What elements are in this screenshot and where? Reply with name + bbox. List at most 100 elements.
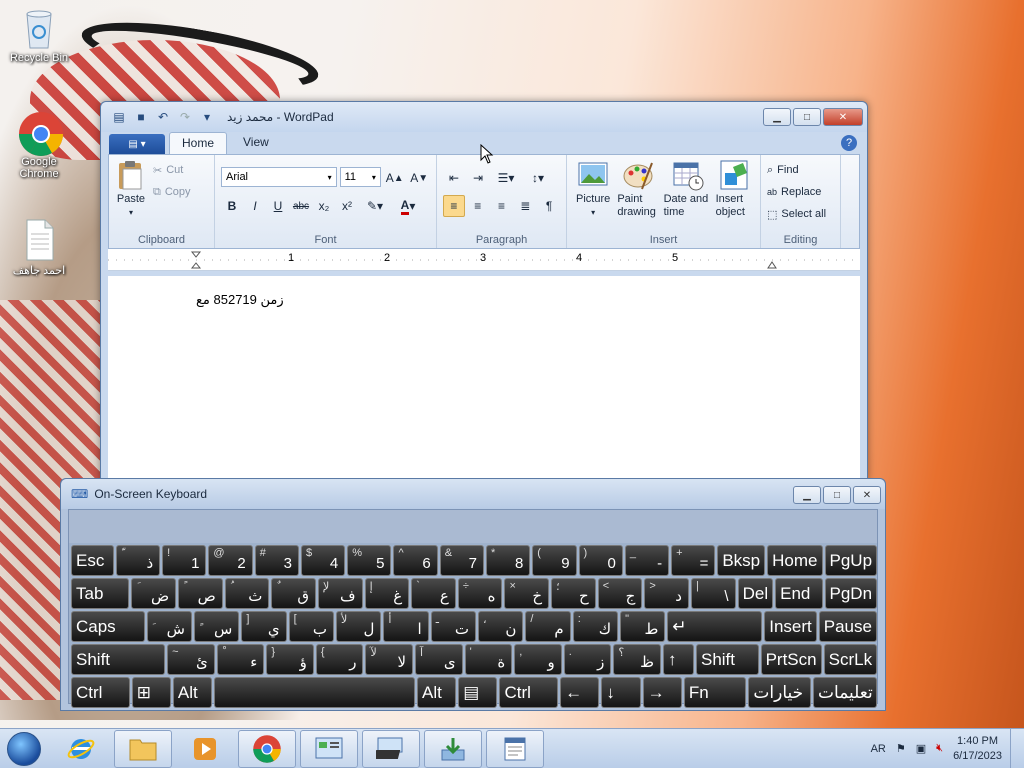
align-right-button[interactable]: ≡ — [491, 195, 513, 217]
osk-key[interactable]: Home — [767, 545, 823, 576]
osk-key[interactable]: Bksp — [717, 545, 766, 576]
osk-key[interactable]: / م — [525, 611, 571, 642]
osk-key[interactable]: أا — [383, 611, 429, 642]
taskbar-internet-explorer[interactable] — [52, 730, 110, 768]
superscript-button[interactable]: x² — [336, 195, 358, 217]
osk-key[interactable]: [ب — [288, 611, 334, 642]
taskbar-wordpad[interactable] — [486, 729, 544, 768]
show-desktop-button[interactable] — [1010, 728, 1024, 768]
osk-key[interactable]: < ج — [597, 578, 643, 609]
clock[interactable]: 1:40 PM 6/17/2023 — [953, 734, 1002, 764]
osk-key[interactable]: ,و — [514, 644, 562, 675]
osk-key[interactable]: ↵ — [667, 611, 763, 642]
osk-key[interactable]: ← — [560, 677, 600, 708]
taskbar-chrome[interactable] — [238, 729, 296, 768]
highlight-color-button[interactable]: ✎▾ — [359, 195, 391, 217]
osk-maximize-button[interactable]: □ — [823, 486, 851, 504]
osk-key[interactable]: + = — [671, 545, 716, 576]
osk-key[interactable]: ↓ — [601, 677, 641, 708]
osk-key[interactable]: إغ — [364, 578, 410, 609]
save-icon[interactable]: ■ — [133, 109, 149, 125]
osk-key[interactable]: ـت — [430, 611, 477, 642]
osk-key[interactable]: Caps — [71, 611, 145, 642]
tab-home[interactable]: Home — [169, 132, 228, 154]
network-icon[interactable]: ▣ — [916, 742, 926, 755]
osk-key[interactable]: ُث — [224, 578, 270, 609]
osk-key[interactable]: Fn — [683, 677, 747, 708]
customize-qat-icon[interactable]: ▾ — [199, 109, 215, 125]
osk-key[interactable]: ّذ — [115, 545, 161, 576]
osk-key[interactable]: ▤ — [458, 677, 498, 708]
osk-key[interactable]: لأ ل — [336, 611, 382, 642]
copy-button[interactable]: ⧉ Copy — [153, 181, 191, 203]
osk-key[interactable]: * 8 — [486, 545, 531, 576]
osk-minimize-button[interactable]: ▁ — [793, 486, 821, 504]
paste-button[interactable]: Paste ▾ — [115, 159, 147, 219]
undo-icon[interactable]: ↶ — [155, 109, 171, 125]
osk-key[interactable]: ` ع — [411, 578, 456, 609]
taskbar-download-app[interactable] — [424, 729, 482, 768]
osk-key[interactable]: ) 0 — [578, 545, 623, 576]
desktop-icon-google-chrome[interactable]: Google Chrome — [4, 110, 74, 180]
bullets-button[interactable]: ☰▾ — [491, 167, 521, 189]
osk-key[interactable]: ٌق — [271, 578, 316, 609]
language-indicator[interactable]: AR — [871, 743, 886, 755]
osk-key[interactable]: ًص — [178, 578, 223, 609]
osk-key[interactable]: ] ي — [241, 611, 287, 642]
osk-key[interactable]: Ctrl — [499, 677, 559, 708]
osk-key[interactable]: ↑ — [662, 644, 694, 675]
osk-key[interactable]: " ط — [620, 611, 666, 642]
osk-key[interactable]: ScrLk — [823, 644, 878, 675]
osk-key[interactable]: ' ة — [464, 644, 513, 675]
osk-key[interactable]: َض — [131, 578, 177, 609]
paragraph-dialog-button[interactable]: ¶ — [538, 195, 560, 217]
application-menu-button[interactable]: ▤ ▾ — [109, 134, 165, 154]
osk-key[interactable]: $4 — [300, 545, 346, 576]
osk-key[interactable]: End — [775, 578, 823, 609]
underline-button[interactable]: U — [267, 195, 289, 217]
osk-key[interactable]: ، ن — [478, 611, 524, 642]
osk-key[interactable]: {ر — [315, 644, 364, 675]
taskbar-media-player[interactable] — [176, 730, 234, 768]
osk-key[interactable]: خيارات — [748, 677, 812, 708]
osk-key[interactable]: (9 — [532, 545, 577, 576]
subscript-button[interactable]: x₂ — [313, 195, 335, 217]
taskbar-file-explorer[interactable] — [114, 729, 172, 768]
osk-key[interactable]: Shift — [695, 644, 759, 675]
osk-key[interactable]: ~ ئ — [167, 644, 215, 675]
osk-key[interactable]: .ز — [563, 644, 612, 675]
osk-key[interactable]: → — [642, 677, 682, 708]
close-button[interactable]: ✕ — [823, 108, 863, 126]
osk-key[interactable]: × خ — [504, 578, 550, 609]
osk-key[interactable]: :ك — [572, 611, 619, 642]
osk-key[interactable]: % 5 — [347, 545, 392, 576]
desktop-icon-recycle-bin[interactable]: Recycle Bin — [4, 6, 74, 64]
font-size-select[interactable]: 11 ▾ — [339, 167, 381, 187]
osk-key[interactable]: > د — [644, 578, 689, 609]
osk-key[interactable]: PgDn — [824, 578, 878, 609]
taskbar-on-screen-keyboard[interactable] — [362, 729, 420, 768]
increase-indent-button[interactable]: ⇥ — [467, 167, 489, 189]
document-area[interactable]: زمن 852719 مع — [108, 276, 860, 480]
osk-key[interactable]: ْء — [216, 644, 265, 675]
document-text-line[interactable]: زمن 852719 مع — [196, 292, 284, 308]
cut-button[interactable]: ✂ Cut — [153, 159, 191, 181]
osk-key[interactable]: تعليمات — [813, 677, 878, 708]
wordpad-app-icon[interactable]: ▤ — [111, 109, 127, 125]
osk-key[interactable]: Del — [737, 578, 774, 609]
redo-icon[interactable]: ↷ — [177, 109, 193, 125]
osk-key[interactable]: #3 — [254, 545, 299, 576]
align-left-button[interactable]: ≡ — [443, 195, 465, 217]
osk-key[interactable]: } ؤ — [266, 644, 314, 675]
osk-close-button[interactable]: ✕ — [853, 486, 881, 504]
osk-key[interactable]: ؟ ظ — [613, 644, 661, 675]
taskbar-control-panel[interactable] — [300, 729, 358, 768]
osk-key[interactable]: _ - — [624, 545, 670, 576]
osk-key[interactable]: @2 — [208, 545, 253, 576]
volume-muted-icon[interactable]: 🔇︎ — [936, 742, 943, 755]
desktop-icon-document[interactable]: احمد جاهف — [4, 218, 74, 277]
italic-button[interactable]: I — [244, 195, 266, 217]
osk-key[interactable]: Ctrl — [71, 677, 130, 708]
osk-key[interactable]: ِش — [146, 611, 192, 642]
osk-key[interactable]: ٍس — [193, 611, 240, 642]
